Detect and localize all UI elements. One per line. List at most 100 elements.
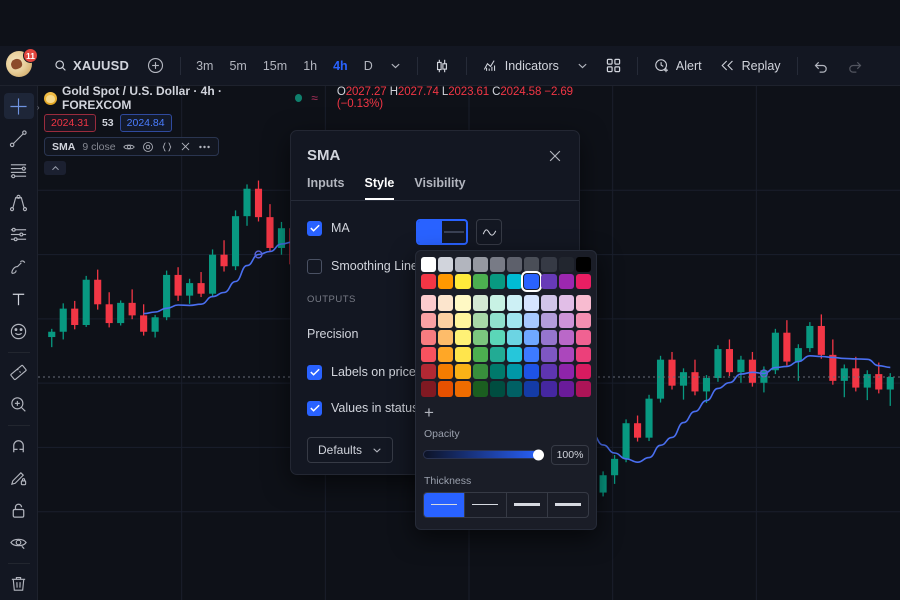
- ma-checkbox[interactable]: [307, 220, 322, 236]
- color-swatch-2-4[interactable]: [489, 295, 506, 311]
- chart-type-button[interactable]: [426, 52, 458, 80]
- color-swatch-0-1[interactable]: [438, 257, 454, 273]
- sidebar-item-crosshair[interactable]: ›: [3, 93, 40, 120]
- layout-button[interactable]: [598, 52, 629, 80]
- color-swatch-1-2[interactable]: [455, 274, 471, 290]
- undo-button[interactable]: [806, 52, 837, 80]
- timeframe-15m[interactable]: 15m: [256, 52, 294, 80]
- color-swatch-0-6[interactable]: [524, 257, 540, 273]
- color-swatch-5-3[interactable]: [472, 347, 488, 363]
- color-swatch-5-1[interactable]: [438, 347, 454, 363]
- timeframe-1h[interactable]: 1h: [296, 52, 324, 80]
- sidebar-item-hide-drawings[interactable]: [4, 530, 34, 556]
- thickness-option-1[interactable]: [424, 492, 466, 517]
- legend-collapse-button[interactable]: [44, 161, 66, 175]
- color-swatch-6-8[interactable]: [558, 364, 574, 380]
- color-swatch-5-4[interactable]: [489, 347, 506, 363]
- color-swatch-6-3[interactable]: [472, 364, 488, 380]
- opacity-slider[interactable]: [423, 449, 544, 461]
- color-swatch-6-7[interactable]: [541, 364, 557, 380]
- sidebar-item-text[interactable]: [4, 286, 34, 312]
- thickness-option-3[interactable]: [507, 492, 548, 517]
- thickness-option-2[interactable]: [465, 492, 507, 517]
- color-swatch-7-8[interactable]: [558, 381, 574, 397]
- timeframe-5m[interactable]: 5m: [222, 52, 253, 80]
- color-swatch-3-4[interactable]: [489, 312, 506, 328]
- sidebar-item-pitchfork[interactable]: [4, 190, 34, 216]
- color-swatch-1-8[interactable]: [558, 274, 574, 290]
- color-swatch-7-6[interactable]: [524, 381, 540, 397]
- color-swatch-2-7[interactable]: [541, 295, 557, 311]
- color-swatch-0-9[interactable]: [575, 257, 592, 273]
- tab-visibility[interactable]: Visibility: [414, 176, 465, 200]
- notification-badge[interactable]: 11: [23, 47, 38, 63]
- color-swatch-3-2[interactable]: [455, 312, 471, 328]
- color-swatch-1-5[interactable]: [507, 274, 523, 290]
- sidebar-item-emoji[interactable]: [4, 319, 34, 345]
- indicators-button[interactable]: Indicators: [475, 52, 567, 80]
- legend-symbol-name[interactable]: Gold Spot / U.S. Dollar · 4h · FOREXCOM: [62, 84, 280, 112]
- close-icon[interactable]: [180, 141, 191, 152]
- color-swatch-2-6[interactable]: [524, 295, 540, 311]
- sidebar-item-trendline[interactable]: [4, 125, 34, 151]
- thickness-option-4[interactable]: [548, 493, 588, 517]
- color-swatch-1-4[interactable]: [489, 274, 506, 290]
- wave-line-icon[interactable]: [476, 219, 502, 245]
- color-swatch-4-1[interactable]: [438, 329, 454, 346]
- color-swatch-7-9[interactable]: [575, 381, 592, 397]
- sidebar-item-zoom-in[interactable]: [4, 392, 34, 418]
- color-swatch-6-9[interactable]: [575, 364, 592, 380]
- timeframe-dropdown[interactable]: [382, 52, 409, 80]
- color-swatch-4-7[interactable]: [541, 329, 557, 346]
- sidebar-item-magnet[interactable]: [4, 433, 34, 459]
- sidebar-item-trash[interactable]: [4, 571, 34, 597]
- color-swatch-4-0[interactable]: [421, 329, 437, 346]
- sidebar-item-measure[interactable]: [4, 360, 34, 386]
- color-swatch-4-8[interactable]: [558, 329, 574, 346]
- color-swatch-6-5[interactable]: [507, 364, 523, 380]
- sidebar-item-lock[interactable]: [4, 497, 34, 523]
- sidebar-item-horizontal-lines[interactable]: [4, 157, 34, 183]
- color-swatch-7-3[interactable]: [472, 381, 488, 397]
- timeframe-3m[interactable]: 3m: [189, 52, 220, 80]
- color-swatch-2-0[interactable]: [421, 295, 437, 311]
- color-swatch-4-3[interactable]: [472, 329, 488, 346]
- color-swatch-5-0[interactable]: [421, 347, 437, 363]
- color-swatch-7-2[interactable]: [455, 381, 471, 397]
- color-swatch-0-0[interactable]: [421, 257, 437, 273]
- color-swatch-4-2[interactable]: [455, 329, 471, 346]
- color-swatch-7-5[interactable]: [507, 381, 523, 397]
- color-swatch-1-0[interactable]: [421, 274, 437, 290]
- color-swatch-1-1[interactable]: [438, 274, 454, 290]
- tab-inputs[interactable]: Inputs: [307, 176, 345, 200]
- add-custom-color-button[interactable]: +: [421, 397, 439, 426]
- color-swatch-4-9[interactable]: [575, 329, 592, 346]
- color-swatch-4-5[interactable]: [507, 329, 523, 346]
- color-swatch-2-9[interactable]: [575, 295, 592, 311]
- color-swatch-6-6[interactable]: [524, 364, 540, 380]
- color-swatch-5-2[interactable]: [455, 347, 471, 363]
- color-swatch-3-5[interactable]: [507, 312, 523, 328]
- opacity-slider-knob[interactable]: [533, 449, 544, 461]
- color-swatch-7-7[interactable]: [541, 381, 557, 397]
- color-swatch-5-8[interactable]: [558, 347, 574, 363]
- color-swatch-2-8[interactable]: [558, 295, 574, 311]
- color-swatch-button[interactable]: [416, 219, 468, 245]
- indicators-dropdown[interactable]: [569, 52, 596, 80]
- labels-price-scale-checkbox[interactable]: [307, 364, 322, 380]
- color-swatch-3-3[interactable]: [472, 312, 488, 328]
- color-swatch-3-8[interactable]: [558, 312, 574, 328]
- color-swatch-2-5[interactable]: [507, 295, 523, 311]
- color-swatch-7-1[interactable]: [438, 381, 454, 397]
- color-swatch-4-4[interactable]: [489, 329, 506, 346]
- color-swatch-3-0[interactable]: [421, 312, 437, 328]
- timeframe-d[interactable]: D: [357, 52, 380, 80]
- color-swatch-0-2[interactable]: [455, 257, 471, 273]
- color-swatch-6-1[interactable]: [438, 364, 454, 380]
- color-swatch-0-7[interactable]: [541, 257, 557, 273]
- defaults-button[interactable]: Defaults: [307, 437, 394, 463]
- opacity-value[interactable]: 100%: [551, 444, 589, 465]
- color-swatch-1-7[interactable]: [541, 274, 557, 290]
- avatar[interactable]: 11: [6, 47, 38, 81]
- color-swatch-0-5[interactable]: [507, 257, 523, 273]
